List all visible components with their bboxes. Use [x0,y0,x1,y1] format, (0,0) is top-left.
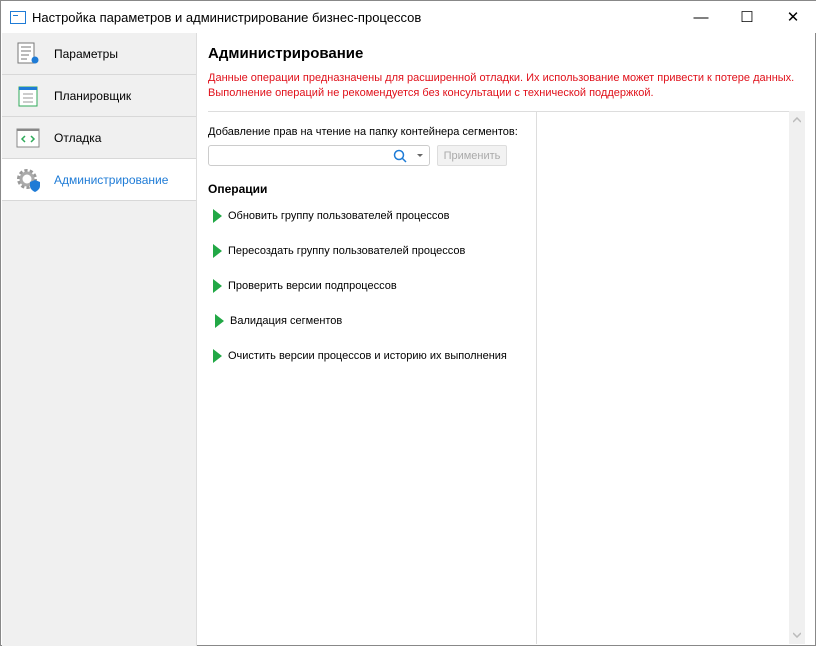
folder-label: Добавление прав на чтение на папку конте… [208,126,518,138]
operation-label: Валидация сегментов [230,315,343,327]
operation-link[interactable]: Валидация сегментов [215,314,342,328]
app-icon [10,10,26,24]
operations-heading: Операции [208,182,268,196]
minimize-button[interactable]: — [678,1,724,33]
sidebar-item-scheduler[interactable]: Планировщик [2,75,196,117]
sidebar: Параметры Планировщик Отладка Администри… [2,33,197,646]
operation-label: Обновить группу пользователей процессов [228,210,450,222]
search-icon[interactable] [393,149,407,163]
operation-link[interactable]: Пересоздать группу пользователей процесс… [213,244,465,258]
settings-list-icon [17,42,39,63]
operation-label: Проверить версии подпроцессов [228,280,397,292]
title-bar: Настройка параметров и администрирование… [1,1,816,33]
scrollbar[interactable] [789,111,805,644]
warning-line: Выполнение операций не рекомендуется без… [208,87,654,99]
sidebar-item-administration[interactable]: Администрирование [2,159,196,201]
maximize-button[interactable]: ☐ [724,1,770,33]
sidebar-item-label: Параметры [54,46,118,61]
sidebar-item-label: Планировщик [54,88,132,103]
warning-text: Данные операции предназначены для расшир… [208,71,794,101]
play-icon [213,349,222,363]
scroll-down-icon[interactable] [793,632,801,638]
sidebar-item-label: Отладка [54,130,102,145]
play-icon [213,279,222,293]
sidebar-item-debug[interactable]: Отладка [2,117,196,159]
play-icon [213,244,222,258]
play-icon [213,209,222,223]
sidebar-item-label: Администрирование [54,172,169,187]
window: Настройка параметров и администрирование… [0,0,816,646]
calendar-icon [18,86,38,106]
play-icon [215,314,224,328]
main-panel: Администрирование Данные операции предна… [198,33,814,644]
apply-button[interactable]: Применить [437,145,507,166]
operation-label: Очистить версии процессов и историю их в… [228,350,507,362]
operation-link[interactable]: Проверить версии подпроцессов [213,279,397,293]
output-panel [536,111,805,644]
scroll-up-icon[interactable] [793,117,801,123]
gear-shield-icon [17,168,40,192]
window-title: Настройка параметров и администрирование… [32,9,422,25]
close-button[interactable]: ✕ [770,1,816,33]
operation-label: Пересоздать группу пользователей процесс… [228,245,466,257]
chevron-down-icon[interactable] [417,154,423,157]
folder-combobox[interactable] [208,145,430,166]
warning-line: Данные операции предназначены для расшир… [208,72,795,84]
code-icon [16,128,40,147]
sidebar-item-parameters[interactable]: Параметры [2,33,196,75]
page-title: Администрирование [208,45,364,62]
operation-link[interactable]: Обновить группу пользователей процессов [213,209,449,223]
operation-link[interactable]: Очистить версии процессов и историю их в… [213,349,507,363]
